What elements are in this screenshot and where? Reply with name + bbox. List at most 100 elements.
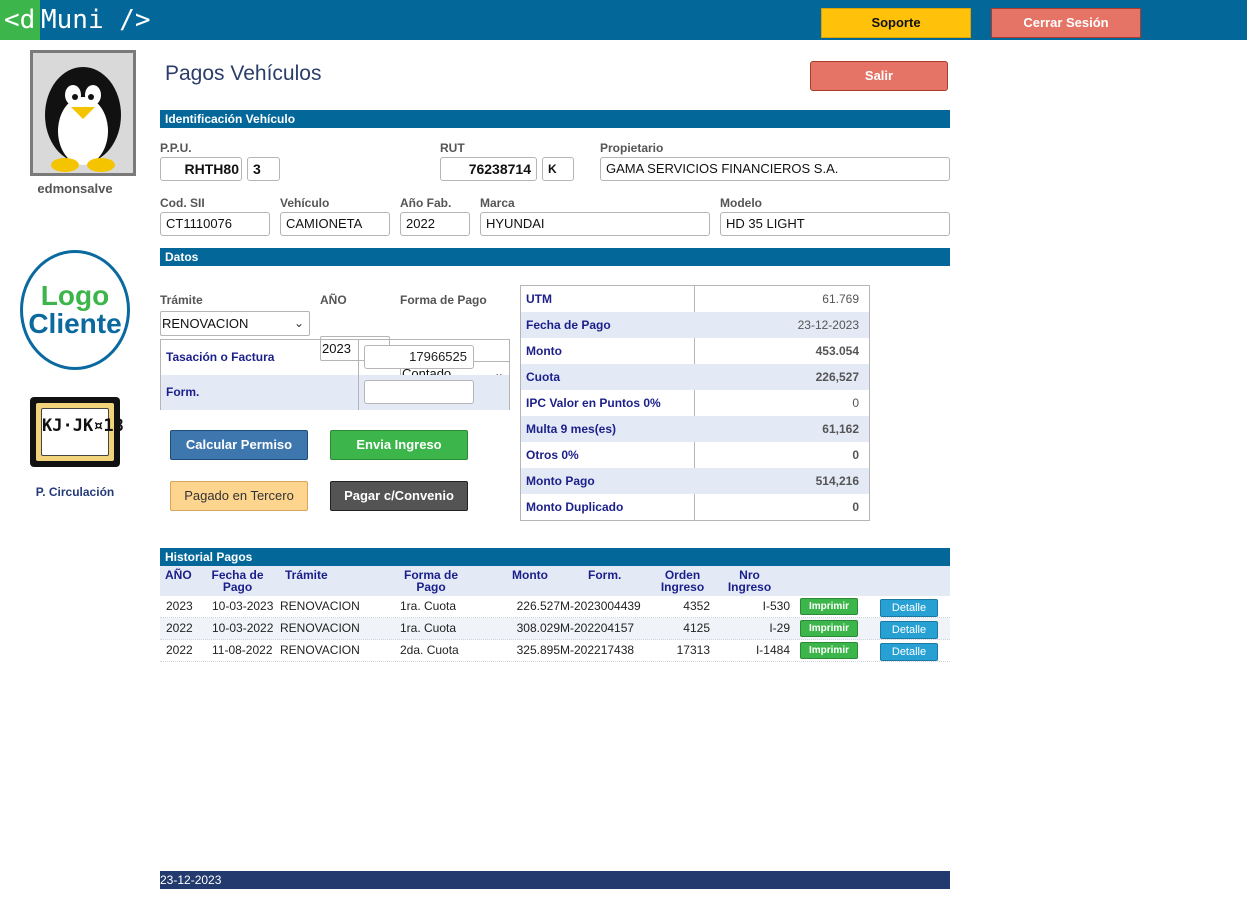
page-title: Pagos Vehículos <box>165 62 322 85</box>
penguin-avatar-icon <box>33 53 133 173</box>
calculate-permit-button[interactable]: Calcular Permiso <box>170 430 308 460</box>
col-tramite: Trámite <box>285 568 328 582</box>
tasacion-table: Tasación o Factura 17966525 Form. <box>160 339 510 410</box>
detail-button[interactable]: Detalle <box>880 643 938 661</box>
summary-value: 0 <box>852 500 859 514</box>
tasacion-input[interactable]: 17966525 <box>364 345 474 369</box>
summary-value: 514,216 <box>815 474 859 488</box>
username: edmonsalve <box>37 181 113 196</box>
print-button[interactable]: Imprimir <box>800 620 858 637</box>
payment-summary-table: UTM 61.769 Fecha de Pago 23-12-2023 Monto 453… <box>520 285 870 521</box>
form-row: Form. <box>161 375 509 410</box>
summary-row: Multa 9 mes(es) 61,162 <box>521 416 869 442</box>
circulation-permit-label[interactable]: P. Circulación <box>20 485 130 499</box>
summary-row: Cuota 226,527 <box>521 364 869 390</box>
chevron-down-icon: ⌄ <box>293 316 304 330</box>
col-fecha: Fecha de Pago <box>210 569 265 593</box>
summary-row: Monto 453.054 <box>521 338 869 364</box>
col-orden: Orden Ingreso <box>655 569 710 593</box>
summary-label: Multa 9 mes(es) <box>526 422 617 436</box>
owner-field[interactable]: GAMA SERVICIOS FINANCIEROS S.A. <box>600 157 950 181</box>
cell-form: M-202217438 <box>560 643 635 657</box>
table-divider <box>358 340 359 375</box>
table-divider <box>358 375 359 410</box>
rut-field[interactable]: 76238714 <box>440 157 537 181</box>
col-forma: Forma de Pago <box>400 569 462 593</box>
send-income-button[interactable]: Envia Ingreso <box>330 430 468 460</box>
sii-code-field[interactable]: CT1110076 <box>160 212 270 236</box>
cell-monto: 325.895 <box>516 643 560 657</box>
summary-label: Fecha de Pago <box>526 318 611 332</box>
ppu-label: P.P.U. <box>160 141 192 155</box>
tasacion-row: Tasación o Factura 17966525 <box>161 340 509 375</box>
summary-row: Monto Duplicado 0 <box>521 494 869 520</box>
plate-frame: KJ·JK¤18 <box>36 403 124 461</box>
col-monto: Monto <box>512 568 548 582</box>
summary-value: 23-12-2023 <box>797 318 859 332</box>
summary-label: Monto Duplicado <box>526 500 624 514</box>
cell-fecha: 11-08-2022 <box>212 643 273 657</box>
exit-button[interactable]: Salir <box>810 61 948 91</box>
cell-tramite: RENOVACION <box>280 599 360 613</box>
owner-label: Propietario <box>600 141 664 155</box>
payment-form-label: Forma de Pago <box>400 293 487 307</box>
datos-section-header: Datos <box>160 248 950 266</box>
tramite-select-value: RENOVACION <box>162 316 249 331</box>
summary-value: 0 <box>852 396 859 410</box>
summary-row: Fecha de Pago 23-12-2023 <box>521 312 869 338</box>
vehicle-type-label: Vehículo <box>280 196 330 210</box>
col-form: Form. <box>588 568 622 582</box>
col-orden-line2: Ingreso <box>660 580 705 594</box>
support-button[interactable]: Soporte <box>821 8 971 38</box>
pay-agreement-button[interactable]: Pagar c/Convenio <box>330 481 468 511</box>
rut-label: RUT <box>440 141 465 155</box>
model-field[interactable]: HD 35 LIGHT <box>720 212 950 236</box>
cell-forma: 1ra. Cuota <box>400 599 457 613</box>
client-logo-line1: Logo <box>40 280 110 311</box>
form-input[interactable] <box>364 380 474 404</box>
detail-button[interactable]: Detalle <box>880 621 938 639</box>
table-row: 2023 10-03-2023 RENOVACION 1ra. Cuota 226.52… <box>160 596 950 618</box>
plate-text: KJ·JK¤18 <box>41 408 124 456</box>
form-label: Form. <box>166 385 200 399</box>
app-logo-name: Muni /> <box>41 5 151 35</box>
client-logo: Logo Cliente <box>20 250 130 370</box>
col-nro: Nro Ingreso <box>722 569 777 593</box>
cell-fecha: 10-03-2022 <box>212 621 274 635</box>
summary-value: 453.054 <box>815 344 859 358</box>
print-button[interactable]: Imprimir <box>800 598 858 615</box>
vehicle-type-field[interactable]: CAMIONETA <box>280 212 390 236</box>
cell-fecha: 10-03-2023 <box>212 599 274 613</box>
tramite-select[interactable]: RENOVACION ⌄ <box>160 311 310 336</box>
fab-year-label: Año Fab. <box>400 196 452 210</box>
license-plate-icon[interactable]: KJ·JK¤18 <box>30 397 124 467</box>
summary-value: 226,527 <box>815 370 859 384</box>
model-label: Modelo <box>720 196 762 210</box>
print-button[interactable]: Imprimir <box>800 642 858 659</box>
cell-forma: 2da. Cuota <box>400 643 459 657</box>
fab-year-field[interactable]: 2022 <box>400 212 470 236</box>
col-forma-line2: Pago <box>416 580 446 594</box>
cell-nro: I-1484 <box>755 643 790 657</box>
brand-label: Marca <box>480 196 515 210</box>
ppu-dv-field[interactable]: 3 <box>247 157 280 181</box>
history-table-header: AÑO Fecha de Pago Trámite Forma de Pago … <box>160 566 950 596</box>
cell-orden: 4125 <box>683 621 710 635</box>
brand-field[interactable]: HYUNDAI <box>480 212 710 236</box>
rut-dv-field[interactable]: K <box>542 157 574 181</box>
summary-row: Monto Pago 514,216 <box>521 468 869 494</box>
summary-value: 0 <box>852 448 859 462</box>
cell-monto: 308.029 <box>516 621 560 635</box>
paid-by-third-button[interactable]: Pagado en Tercero <box>170 481 308 511</box>
logout-button[interactable]: Cerrar Sesión <box>991 8 1141 38</box>
ppu-field[interactable]: RHTH80 <box>160 157 242 181</box>
cell-form: M-2023004439 <box>560 599 641 613</box>
cell-anio: 2023 <box>166 599 193 613</box>
cell-nro: I-530 <box>762 599 790 613</box>
summary-value: 61.769 <box>822 292 859 306</box>
table-row: 2022 10-03-2022 RENOVACION 1ra. Cuota 308.02… <box>160 618 950 640</box>
summary-label: Cuota <box>526 370 560 384</box>
col-fecha-line2: Pago <box>222 580 253 594</box>
detail-button[interactable]: Detalle <box>880 599 938 617</box>
cell-anio: 2022 <box>166 643 193 657</box>
